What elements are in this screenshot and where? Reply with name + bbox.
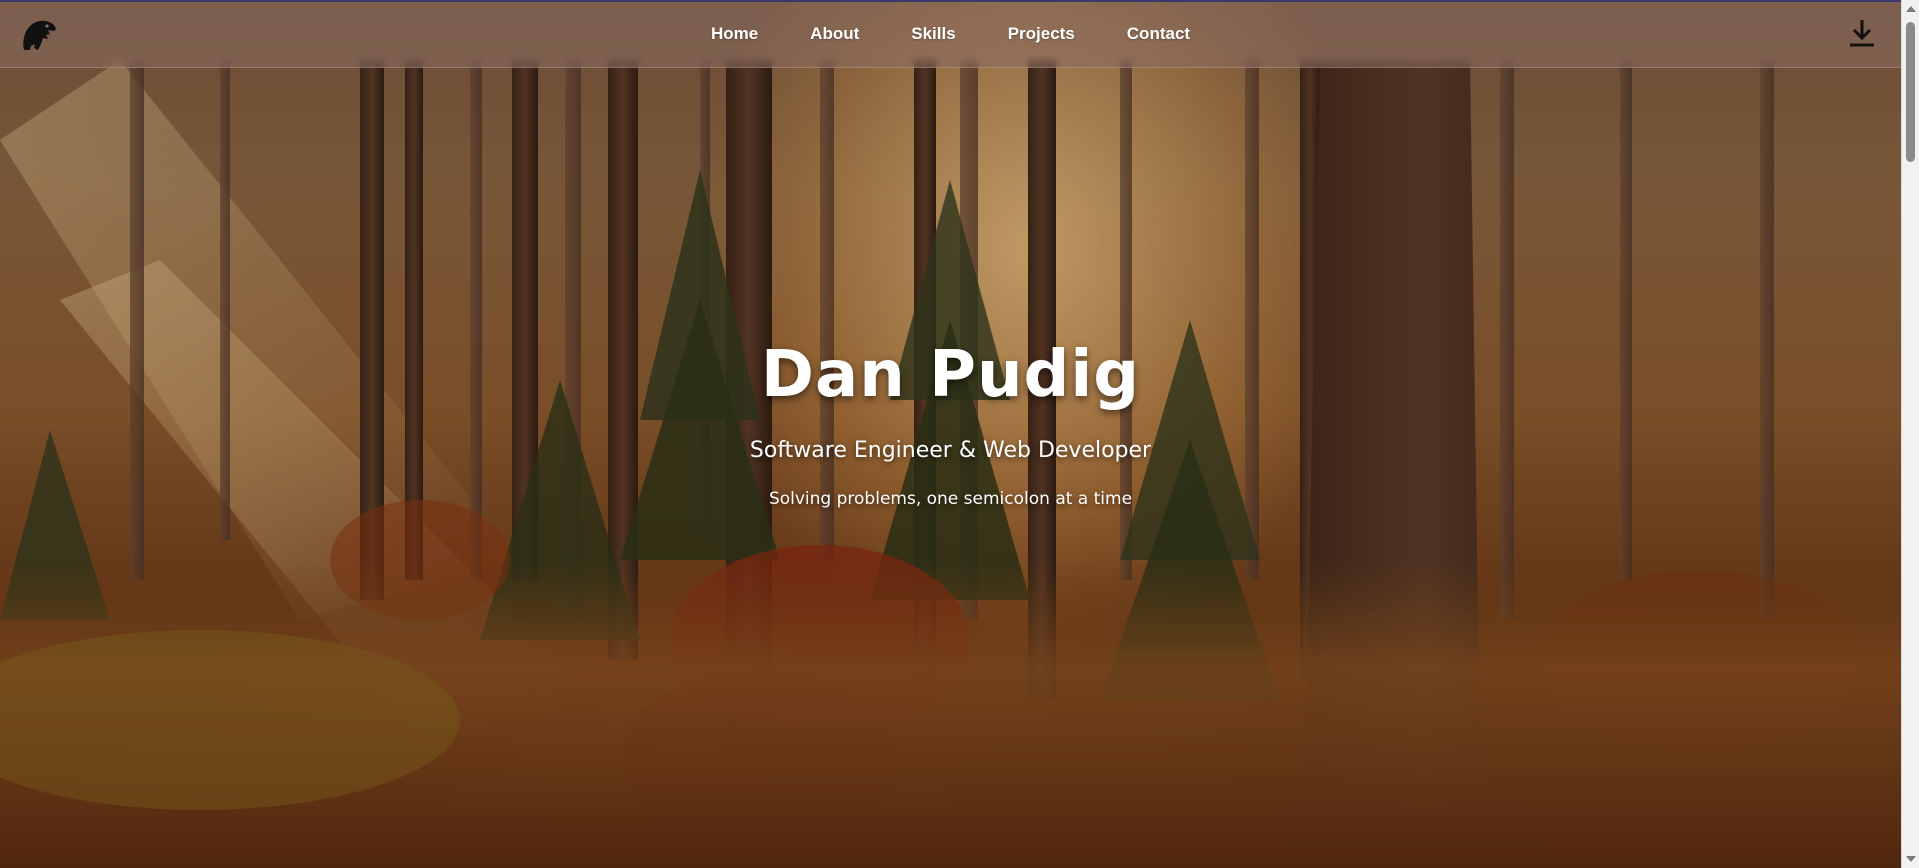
page: Home About Skills Projects Contact Dan P… (0, 0, 1919, 868)
download-icon[interactable] (1845, 16, 1879, 50)
nav-link-about[interactable]: About (784, 24, 885, 44)
nav-link-projects[interactable]: Projects (982, 24, 1101, 44)
nav-links: Home About Skills Projects Contact (0, 2, 1901, 66)
scroll-down-arrow-icon[interactable] (1906, 856, 1916, 862)
vertical-scrollbar[interactable] (1901, 0, 1919, 868)
hero-title: Software Engineer & Web Developer (749, 438, 1152, 463)
hero-section: Dan Pudig Software Engineer & Web Develo… (0, 338, 1901, 509)
hero-tagline: Solving problems, one semicolon at a tim… (768, 489, 1133, 509)
nav-link-skills[interactable]: Skills (885, 24, 981, 44)
scroll-up-arrow-icon[interactable] (1906, 6, 1916, 12)
nav-link-contact[interactable]: Contact (1101, 24, 1216, 44)
navbar: Home About Skills Projects Contact (0, 0, 1901, 68)
scrollbar-thumb[interactable] (1906, 22, 1915, 162)
nav-link-home[interactable]: Home (685, 24, 784, 44)
hero-name: Dan Pudig (760, 338, 1141, 412)
